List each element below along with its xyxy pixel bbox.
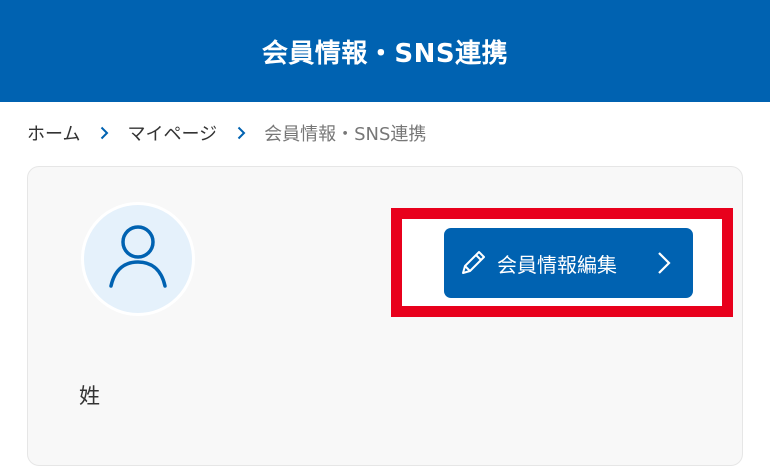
edit-member-info-button[interactable]: 会員情報編集 xyxy=(444,228,693,298)
app-header: 会員情報・SNS連携 xyxy=(0,0,770,102)
surname-label: 姓 xyxy=(79,384,100,408)
breadcrumb-mypage-link[interactable]: マイページ xyxy=(127,120,217,146)
avatar xyxy=(81,202,195,316)
chevron-right-icon xyxy=(237,126,246,140)
page-title: 会員情報・SNS連携 xyxy=(261,38,509,69)
edit-button-label: 会員情報編集 xyxy=(497,252,617,277)
chevron-right-icon xyxy=(100,126,109,140)
user-icon xyxy=(106,222,170,296)
breadcrumb-current: 会員情報・SNS連携 xyxy=(264,124,427,145)
chevron-right-icon xyxy=(657,251,671,275)
breadcrumb-home-link[interactable]: ホーム xyxy=(27,120,80,146)
pencil-icon xyxy=(458,248,488,278)
breadcrumb: ホーム マイページ 会員情報・SNS連携 xyxy=(27,118,426,148)
